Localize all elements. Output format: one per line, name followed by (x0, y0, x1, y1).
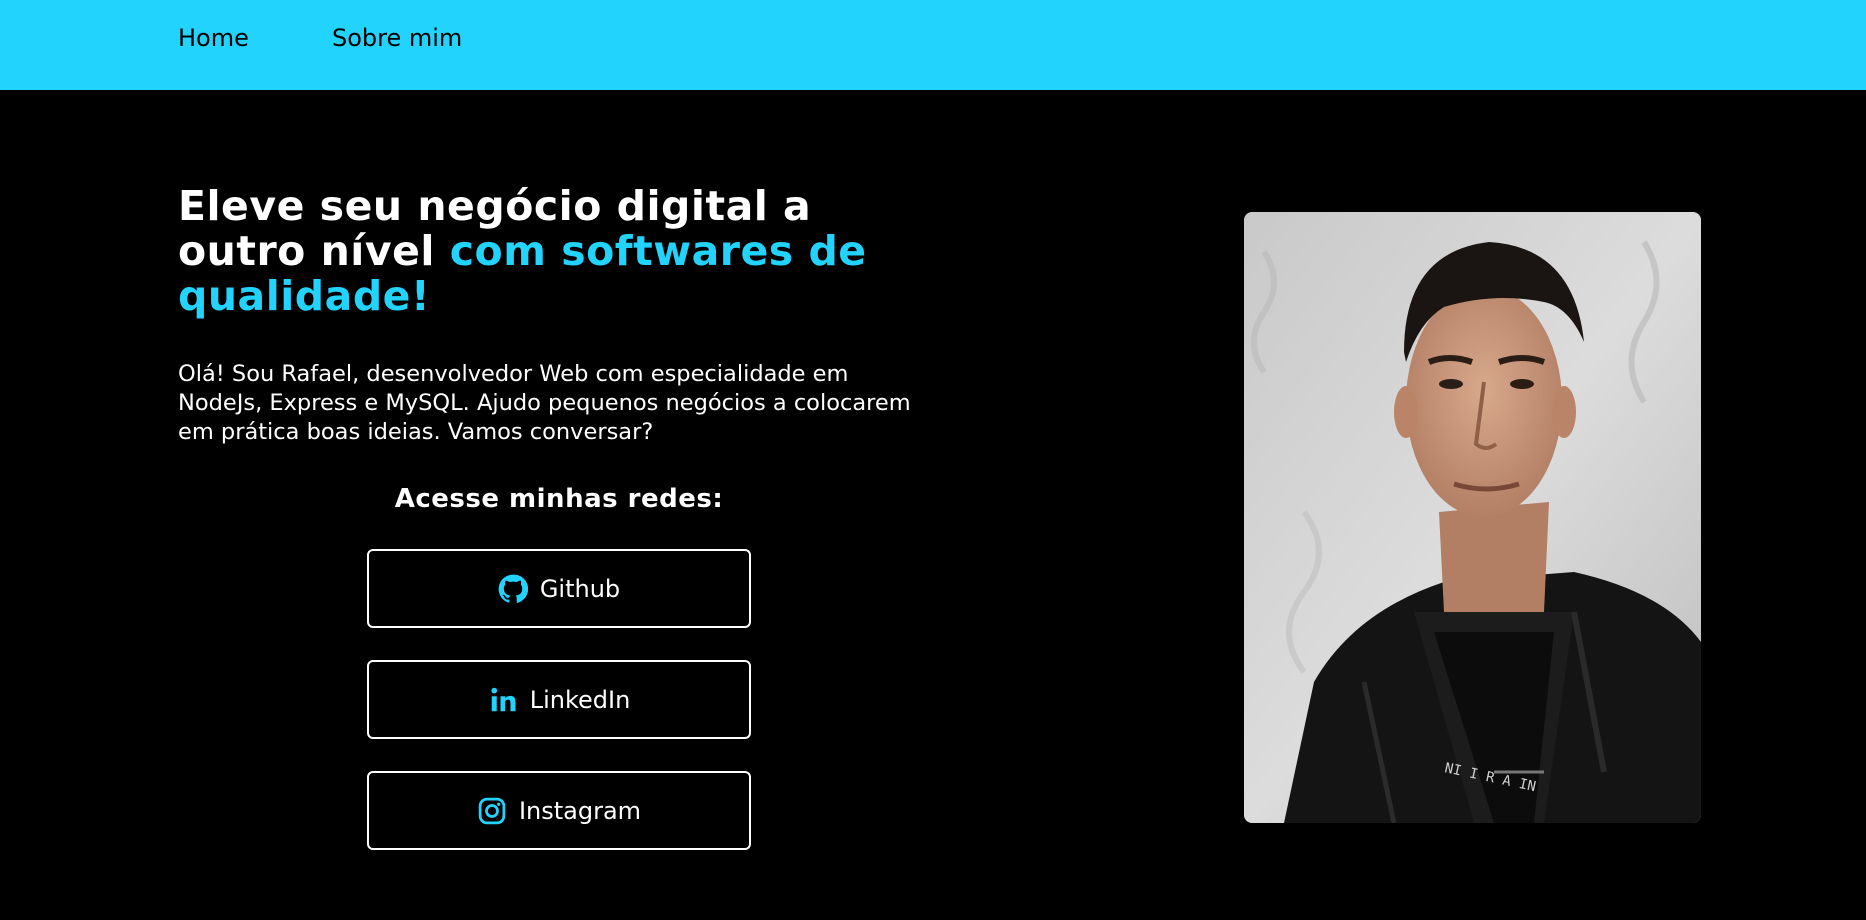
hero-headline: Eleve seu negócio digital a outro nível … (178, 184, 918, 319)
instagram-icon (477, 796, 507, 826)
top-navbar: Home Sobre mim (0, 0, 1866, 90)
profile-photo: NI I R A IN (1244, 212, 1701, 823)
portrait-illustration: NI I R A IN (1244, 212, 1701, 823)
social-title: Acesse minhas redes: (394, 484, 724, 514)
nav-link-about[interactable]: Sobre mim (332, 24, 462, 52)
linkedin-label: LinkedIn (529, 685, 631, 714)
intro-text: Olá! Sou Rafael, desenvolvedor Web com e… (178, 361, 911, 445)
github-icon (498, 574, 528, 604)
linkedin-icon (488, 685, 518, 715)
linkedin-button[interactable]: LinkedIn (367, 660, 751, 739)
github-button[interactable]: Github (367, 549, 751, 628)
instagram-button[interactable]: Instagram (367, 771, 751, 850)
nav-link-home[interactable]: Home (178, 24, 249, 52)
instagram-label: Instagram (518, 796, 642, 825)
github-label: Github (539, 574, 621, 603)
